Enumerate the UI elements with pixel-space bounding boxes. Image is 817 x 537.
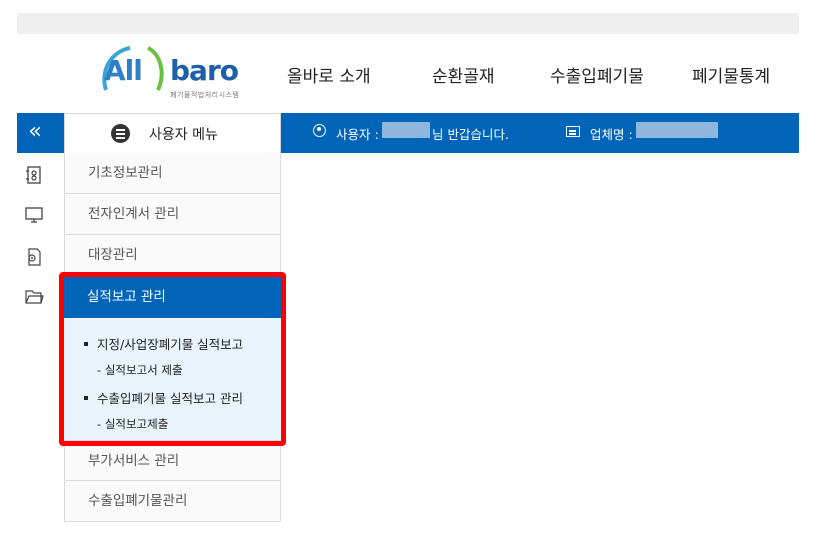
gnb-item-recycled-aggregate[interactable]: 순환골재 [432, 62, 495, 87]
contacts-book-icon[interactable] [24, 166, 44, 184]
company-label: 업체명 : [590, 127, 633, 142]
hamburger-icon [111, 124, 130, 143]
user-label: 사용자 : [336, 127, 379, 142]
folder-open-icon[interactable] [24, 288, 44, 306]
user-menu-header[interactable]: 사용자 메뉴 [64, 113, 281, 153]
gnb-item-waste-statistics[interactable]: 폐기물통계 [692, 62, 770, 87]
red-highlight-box [59, 272, 286, 446]
logo-all-text: All [104, 54, 143, 87]
side-menu-basic-info[interactable]: 기초정보관리 [64, 153, 281, 194]
side-menu-ledger[interactable]: 대장관리 [64, 235, 281, 276]
user-icon [313, 124, 326, 137]
top-strip [17, 13, 799, 34]
collapse-sidebar-icon[interactable]: « [17, 113, 53, 153]
settings-document-icon[interactable] [24, 248, 44, 266]
user-menu-label: 사용자 메뉴 [149, 127, 218, 143]
gnb-item-intro[interactable]: 올바로 소개 [287, 62, 371, 87]
company-name-redacted [636, 122, 718, 138]
welcome-text: 님 반갑습니다. [432, 127, 509, 142]
user-name-redacted [382, 122, 430, 138]
allbaro-logo[interactable]: All baro 폐기물적법처리시스템 [96, 42, 246, 104]
side-menu-e-handover[interactable]: 전자인계서 관리 [64, 194, 281, 235]
side-menu-import-export-waste[interactable]: 수출입폐기물관리 [64, 481, 281, 522]
logo-baro-text: baro [170, 54, 239, 87]
monitor-icon[interactable] [24, 206, 44, 224]
logo-tagline: 폐기물적법처리시스템 [170, 91, 240, 99]
gnb-item-import-export-waste[interactable]: 수출입폐기물 [550, 62, 644, 87]
side-menu-additional-services[interactable]: 부가서비스 관리 [64, 440, 281, 481]
company-card-icon [566, 126, 580, 137]
